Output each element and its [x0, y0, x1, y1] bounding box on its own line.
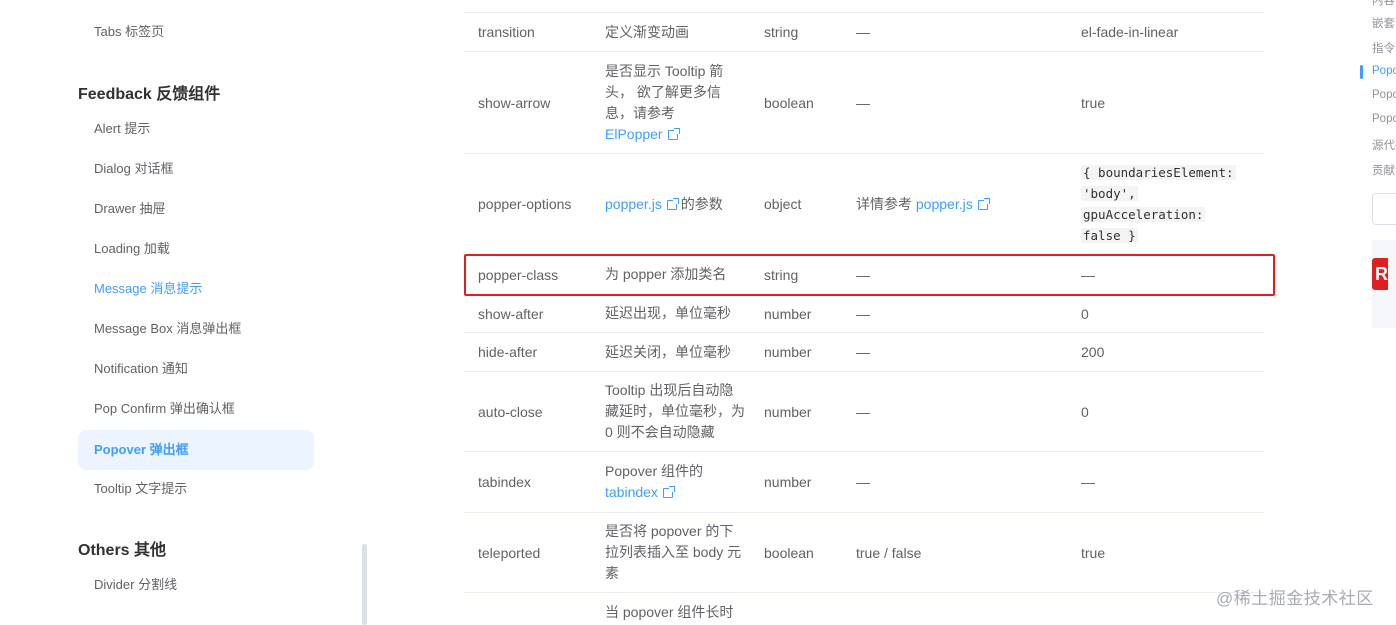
toc-item[interactable]: 贡献者	[1372, 162, 1396, 178]
toc-item[interactable]: 源代码	[1372, 137, 1396, 153]
tabindex-link[interactable]: tabindex	[605, 484, 658, 500]
toc-item[interactable]: 指令	[1372, 40, 1395, 56]
elpopper-link[interactable]: ElPopper	[605, 126, 663, 142]
attr-default: true	[1081, 94, 1106, 111]
table-row: teleported 是否将 popover 的下拉列表插入至 body 元素 …	[464, 513, 1264, 593]
attr-default: 0	[1081, 305, 1089, 322]
toc-item[interactable]: 嵌套	[1372, 15, 1395, 31]
attr-accepted-values: true / false	[856, 544, 922, 561]
sidebar-group-others: Others 其他	[78, 542, 167, 559]
watermark: @稀土掘金技术社区	[1216, 589, 1374, 608]
attr-default: { boundariesElement: 'body', gpuAccelera…	[1081, 154, 1261, 254]
toc-item[interactable]: Popover	[1372, 89, 1396, 101]
table-row: hide-after 延迟关闭，单位毫秒 number — 200	[464, 333, 1264, 372]
sidebar-item-tabs[interactable]: Tabs 标签页	[78, 12, 314, 52]
table-row: auto-close Tooltip 出现后自动隐藏延时，单位毫秒，为 0 则不…	[464, 372, 1264, 452]
sidebar-scrollbar[interactable]	[362, 544, 367, 625]
toc-active-marker	[1360, 65, 1363, 79]
toc-item[interactable]: Popover	[1372, 113, 1396, 125]
attr-type: boolean	[764, 94, 814, 111]
attr-accepted-values: —	[856, 344, 870, 360]
sidebar-item-loading[interactable]: Loading 加载	[78, 229, 314, 269]
default-code-line: gpuAcceleration:	[1081, 207, 1206, 222]
popperjs-link[interactable]: popper.js	[605, 196, 662, 212]
attr-default: 0	[1081, 403, 1089, 420]
table-row: popper-options popper.js 的参数 object 详情参考…	[464, 154, 1264, 255]
table-row: tabindex Popover 组件的 tabindex number — —	[464, 452, 1264, 513]
attr-name: popper-options	[478, 196, 572, 212]
attr-name: show-arrow	[478, 94, 551, 111]
sidebar-item-message[interactable]: Message 消息提示	[78, 269, 314, 309]
table-row: 当 popover 组件长时	[464, 593, 1264, 625]
toc-item[interactable]: 内容	[1372, 0, 1395, 8]
attr-accepted-values: —	[856, 305, 870, 322]
attr-description: 是否显示 Tooltip 箭头， 欲了解更多信息，请参考 ElPopper	[605, 52, 745, 153]
external-link-icon	[666, 197, 679, 210]
attr-description: 延迟关闭，单位毫秒	[605, 343, 731, 360]
sidebar-item-drawer[interactable]: Drawer 抽屉	[78, 189, 314, 229]
attr-description-text: 的参数	[680, 195, 723, 212]
accepted-prefix: 详情参考	[856, 196, 912, 212]
attr-description: 是否将 popover 的下拉列表插入至 body 元素	[605, 523, 742, 581]
sponsor-logo-icon: R	[1372, 258, 1388, 290]
attr-type: number	[764, 305, 812, 322]
attr-accepted-values: —	[856, 403, 870, 420]
sidebar-item-pop-confirm[interactable]: Pop Confirm 弹出确认框	[78, 389, 314, 429]
sidebar-item-dialog[interactable]: Dialog 对话框	[78, 149, 314, 189]
attr-accepted-values: —	[856, 24, 870, 40]
attr-accepted-values: —	[856, 474, 870, 490]
attr-name: teleported	[478, 544, 541, 561]
attr-description: popper.js 的参数	[605, 154, 745, 254]
attr-description-text: Popover 组件的	[605, 463, 704, 479]
attr-type: object	[764, 196, 802, 212]
attr-description: 当 popover 组件长时	[605, 604, 734, 620]
attr-default: 200	[1081, 344, 1105, 360]
attr-description: Tooltip 出现后自动隐藏延时，单位毫秒，为 0 则不会自动隐藏	[605, 382, 745, 440]
default-code-line: { boundariesElement:	[1081, 165, 1236, 180]
external-link-icon	[662, 486, 675, 499]
sidebar-item-popover[interactable]: Popover 弹出框	[78, 430, 314, 470]
attr-accepted-values: —	[856, 94, 870, 111]
attr-description-text: 是否显示 Tooltip 箭头， 欲了解更多信息，请参考	[605, 62, 724, 121]
attr-description: 延迟出现，单位毫秒	[605, 305, 731, 321]
attr-accepted-values: 详情参考 popper.js	[856, 154, 1056, 254]
attr-description: 定义渐变动画	[605, 23, 689, 40]
sidebar-item-tooltip[interactable]: Tooltip 文字提示	[78, 469, 314, 509]
attr-name: auto-close	[478, 403, 543, 420]
attr-default: el-fade-in-linear	[1081, 24, 1179, 40]
attr-name: hide-after	[478, 344, 538, 360]
sidebar-item-message-box[interactable]: Message Box 消息弹出框	[78, 309, 314, 349]
table-row: show-arrow 是否显示 Tooltip 箭头， 欲了解更多信息，请参考 E…	[464, 52, 1264, 154]
external-link-icon	[667, 127, 680, 140]
attr-default: —	[1081, 474, 1095, 490]
popperjs-link[interactable]: popper.js	[916, 196, 973, 212]
attr-type: number	[764, 403, 812, 420]
attr-type: boolean	[764, 544, 814, 561]
attr-default: true	[1081, 544, 1106, 561]
attr-type: number	[764, 474, 812, 490]
attr-description: Popover 组件的 tabindex	[605, 452, 745, 512]
sidebar-group-feedback: Feedback 反馈组件	[78, 86, 221, 103]
attr-name: tabindex	[478, 474, 531, 490]
sidebar-item-divider[interactable]: Divider 分割线	[78, 565, 314, 605]
toc-input-box[interactable]	[1372, 193, 1396, 225]
toc-item-active[interactable]: Popover	[1372, 65, 1396, 77]
default-code-line: 'body',	[1081, 186, 1138, 201]
sidebar-nav: Tabs 标签页 Feedback 反馈组件 Alert 提示 Dialog 对…	[0, 0, 367, 625]
sidebar-item-alert[interactable]: Alert 提示	[78, 109, 314, 149]
table-row: show-after 延迟出现，单位毫秒 number — 0	[464, 295, 1264, 333]
attr-type: number	[764, 344, 812, 360]
table-row: transition 定义渐变动画 string — el-fade-in-li…	[464, 12, 1264, 52]
attr-type: string	[764, 24, 799, 40]
sidebar-item-notification[interactable]: Notification 通知	[78, 349, 314, 389]
external-link-icon	[977, 198, 990, 211]
attr-name: transition	[478, 24, 535, 40]
highlight-box	[464, 254, 1275, 296]
default-code-line: false }	[1081, 228, 1138, 243]
attr-name: show-after	[478, 305, 544, 322]
table-of-contents: 内容 嵌套 指令 Popover Popover Popover 源代码 贡献者…	[1360, 0, 1396, 625]
